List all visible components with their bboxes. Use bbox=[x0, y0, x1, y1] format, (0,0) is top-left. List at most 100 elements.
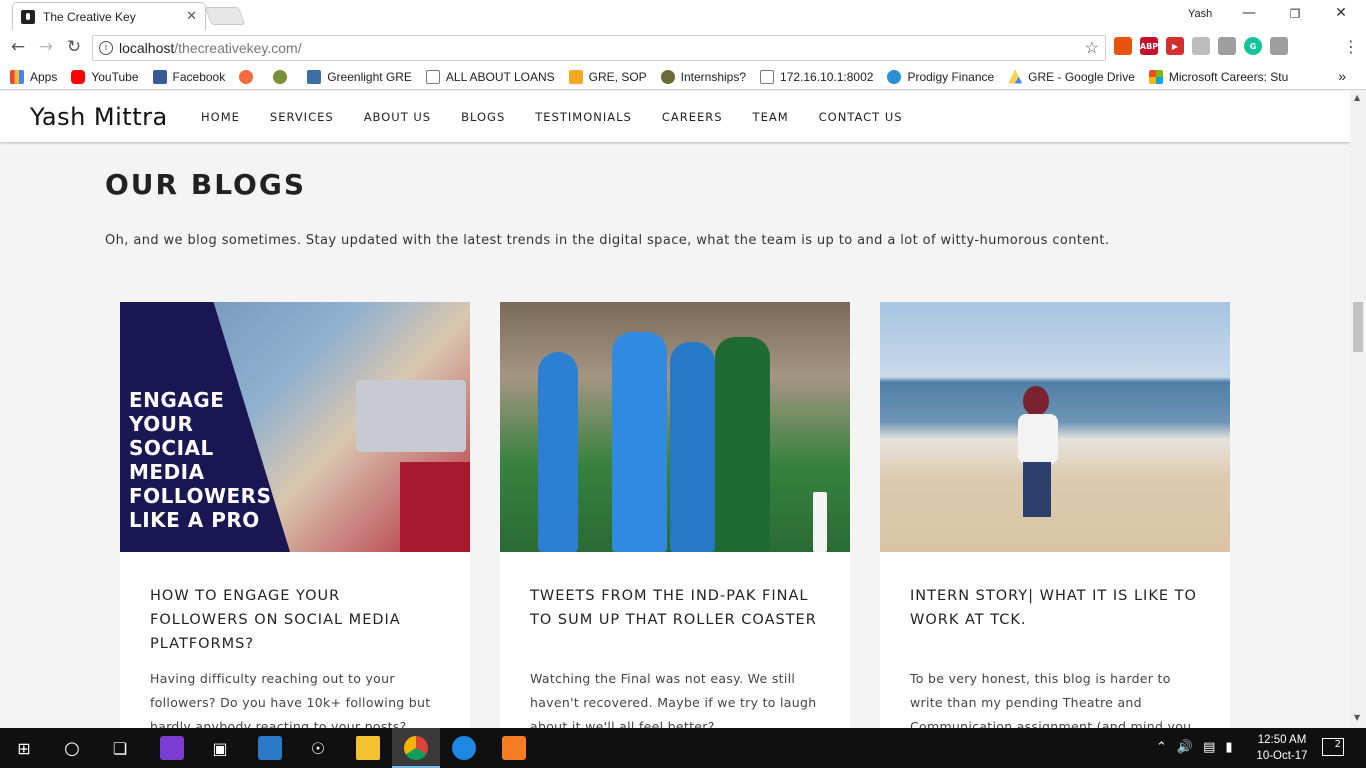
nav-about-us[interactable]: ABOUT US bbox=[364, 110, 431, 124]
adblock-icon[interactable]: ABP bbox=[1140, 37, 1158, 55]
nav-home[interactable]: HOME bbox=[201, 110, 240, 124]
fire-extension-icon[interactable] bbox=[1114, 37, 1132, 55]
clock-date: 10-Oct-17 bbox=[1256, 750, 1308, 762]
bookmark-prodigy-finance[interactable]: Prodigy Finance bbox=[887, 69, 994, 84]
intellij-icon[interactable] bbox=[160, 736, 184, 760]
blog-thumbnail[interactable]: ENGAGE YOUR SOCIAL MEDIA FOLLOWERS LIKE … bbox=[120, 302, 470, 552]
bookmark-internships[interactable]: Internships? bbox=[660, 69, 746, 84]
nav-contact-us[interactable]: CONTACT US bbox=[819, 110, 903, 124]
blog-card[interactable]: ENGAGE YOUR SOCIAL MEDIA FOLLOWERS LIKE … bbox=[120, 302, 470, 728]
nav-team[interactable]: TEAM bbox=[753, 110, 789, 124]
info-icon[interactable]: i bbox=[99, 41, 113, 55]
bookmark-label: 172.16.10.1:8002 bbox=[780, 69, 874, 84]
windows-start-icon[interactable]: ⊞ bbox=[12, 736, 36, 760]
xampp-icon[interactable] bbox=[502, 736, 526, 760]
video-extension-icon[interactable]: ▶ bbox=[1166, 37, 1184, 55]
network-icon[interactable]: ▤ bbox=[1203, 740, 1215, 755]
url-host: localhost bbox=[119, 40, 175, 56]
scrollbar-thumb[interactable] bbox=[1353, 302, 1363, 352]
blog-excerpt: Having difficulty reaching out to your f… bbox=[150, 671, 431, 728]
camera-extension-icon[interactable] bbox=[1270, 37, 1288, 55]
browser-title-bar: The Creative Key ✕ Yash — ❐ ✕ bbox=[0, 0, 1366, 31]
bookmark-facebook[interactable]: Facebook bbox=[152, 69, 225, 84]
bookmark-owl[interactable] bbox=[239, 69, 259, 84]
blog-excerpt: To be very honest, this blog is harder t… bbox=[910, 671, 1196, 728]
nav-blogs[interactable]: BLOGS bbox=[461, 110, 505, 124]
more-bookmarks-icon[interactable]: » bbox=[1338, 68, 1346, 84]
url-path: /thecreativekey.com/ bbox=[174, 40, 302, 56]
bookmark-apps[interactable]: Apps bbox=[10, 69, 58, 84]
player-shape bbox=[612, 332, 667, 552]
file-explorer-icon[interactable] bbox=[356, 736, 380, 760]
blog-card[interactable]: INTERN STORY| WHAT IT IS LIKE TO WORK AT… bbox=[880, 302, 1230, 728]
cortana-search-icon[interactable]: ○ bbox=[60, 736, 84, 760]
nav-careers[interactable]: CAREERS bbox=[662, 110, 723, 124]
grammarly-icon[interactable]: G bbox=[1244, 37, 1262, 55]
keyhole-icon bbox=[21, 9, 35, 24]
system-tray: ⌃ 🔊 ▤ ▮ bbox=[1156, 740, 1233, 755]
site-brand[interactable]: Yash Mittra bbox=[30, 103, 168, 131]
scroll-down-icon[interactable]: ▼ bbox=[1354, 713, 1360, 722]
bookmark-google-drive[interactable]: GRE - Google Drive bbox=[1008, 69, 1135, 84]
tray-chevron-icon[interactable]: ⌃ bbox=[1156, 740, 1167, 755]
google-drive-icon bbox=[1008, 69, 1023, 84]
taskbar-clock[interactable]: 12:50 AM 10-Oct-17 bbox=[1252, 732, 1312, 764]
leaf-extension-icon[interactable] bbox=[1218, 37, 1236, 55]
store-icon[interactable]: ▣ bbox=[208, 736, 232, 760]
podcast-icon[interactable]: ☉ bbox=[306, 736, 330, 760]
bookmark-label: ALL ABOUT LOANS bbox=[445, 69, 555, 84]
scroll-up-icon[interactable]: ▲ bbox=[1354, 93, 1360, 102]
close-window-icon[interactable]: ✕ bbox=[1326, 5, 1356, 21]
menu-dots-icon[interactable]: ⋮ bbox=[1343, 37, 1359, 56]
volume-icon[interactable]: 🔊 bbox=[1177, 740, 1193, 755]
task-view-icon[interactable]: ❏ bbox=[108, 736, 132, 760]
reload-icon[interactable]: ↻ bbox=[62, 37, 86, 57]
bookmark-youtube[interactable]: YouTube bbox=[71, 69, 139, 84]
laptop-shape bbox=[356, 380, 466, 452]
browser-toolbar: ← → ↻ i localhost/thecreativekey.com/ ☆ … bbox=[0, 31, 1366, 64]
restore-icon[interactable]: ❐ bbox=[1280, 7, 1310, 21]
bookmark-label: Apps bbox=[30, 69, 58, 84]
minimize-icon[interactable]: — bbox=[1234, 5, 1264, 21]
notification-center-icon[interactable]: 2 bbox=[1322, 738, 1344, 756]
blog-thumbnail[interactable] bbox=[880, 302, 1230, 552]
new-tab-button[interactable] bbox=[204, 7, 246, 25]
battery-icon[interactable]: ▮ bbox=[1225, 740, 1232, 755]
section-title: OUR BLOGS bbox=[105, 168, 306, 201]
blog-title[interactable]: TWEETS FROM THE IND-PAK FINAL TO SUM UP … bbox=[530, 584, 820, 632]
snipping-tool-icon[interactable] bbox=[258, 736, 282, 760]
overlay-line: FOLLOWERS bbox=[129, 484, 272, 508]
blog-card[interactable]: TWEETS FROM THE IND-PAK FINAL TO SUM UP … bbox=[500, 302, 850, 728]
bookmark-star-icon[interactable]: ☆ bbox=[1085, 38, 1099, 58]
bird-icon bbox=[660, 69, 675, 84]
forward-arrow-icon[interactable]: → bbox=[34, 37, 58, 57]
main-nav: HOME SERVICES ABOUT US BLOGS TESTIMONIAL… bbox=[201, 110, 933, 124]
clock-time: 12:50 AM bbox=[1257, 734, 1307, 746]
address-bar[interactable]: i localhost/thecreativekey.com/ ☆ bbox=[92, 35, 1106, 61]
microsoft-icon bbox=[1148, 69, 1163, 84]
section-subtitle: Oh, and we blog sometimes. Stay updated … bbox=[105, 233, 1110, 248]
bookmark-greenlight-gre[interactable]: Greenlight GRE bbox=[307, 69, 412, 84]
blog-title[interactable]: INTERN STORY| WHAT IT IS LIKE TO WORK AT… bbox=[910, 584, 1200, 632]
browser-tab[interactable]: The Creative Key ✕ bbox=[12, 2, 206, 30]
back-arrow-icon[interactable]: ← bbox=[6, 37, 30, 57]
bookmark-microsoft-careers[interactable]: Microsoft Careers: Stu bbox=[1148, 69, 1288, 84]
wifi-app-icon[interactable] bbox=[452, 736, 476, 760]
chart-icon bbox=[568, 69, 583, 84]
blog-thumbnail[interactable] bbox=[500, 302, 850, 552]
tab-close-icon[interactable]: ✕ bbox=[186, 9, 197, 24]
bookmark-gre-sop[interactable]: GRE, SOP bbox=[568, 69, 647, 84]
profile-name[interactable]: Yash bbox=[1188, 8, 1212, 20]
copy-extension-icon[interactable] bbox=[1192, 37, 1210, 55]
nav-services[interactable]: SERVICES bbox=[270, 110, 334, 124]
overlay-line: ENGAGE bbox=[129, 388, 225, 412]
nav-testimonials[interactable]: TESTIMONIALS bbox=[535, 110, 632, 124]
page-scrollbar[interactable]: ▲ ▼ bbox=[1350, 91, 1366, 728]
blog-title[interactable]: HOW TO ENGAGE YOUR FOLLOWERS ON SOCIAL M… bbox=[150, 584, 440, 656]
chrome-icon[interactable] bbox=[404, 736, 428, 760]
bookmark-moustache[interactable] bbox=[273, 69, 293, 84]
bookmark-local-ip[interactable]: 172.16.10.1:8002 bbox=[760, 69, 874, 84]
page-viewport: Yash Mittra HOME SERVICES ABOUT US BLOGS… bbox=[0, 91, 1350, 728]
person-hair-shape bbox=[1023, 386, 1049, 416]
bookmark-all-about-loans[interactable]: ALL ABOUT LOANS bbox=[425, 69, 555, 84]
